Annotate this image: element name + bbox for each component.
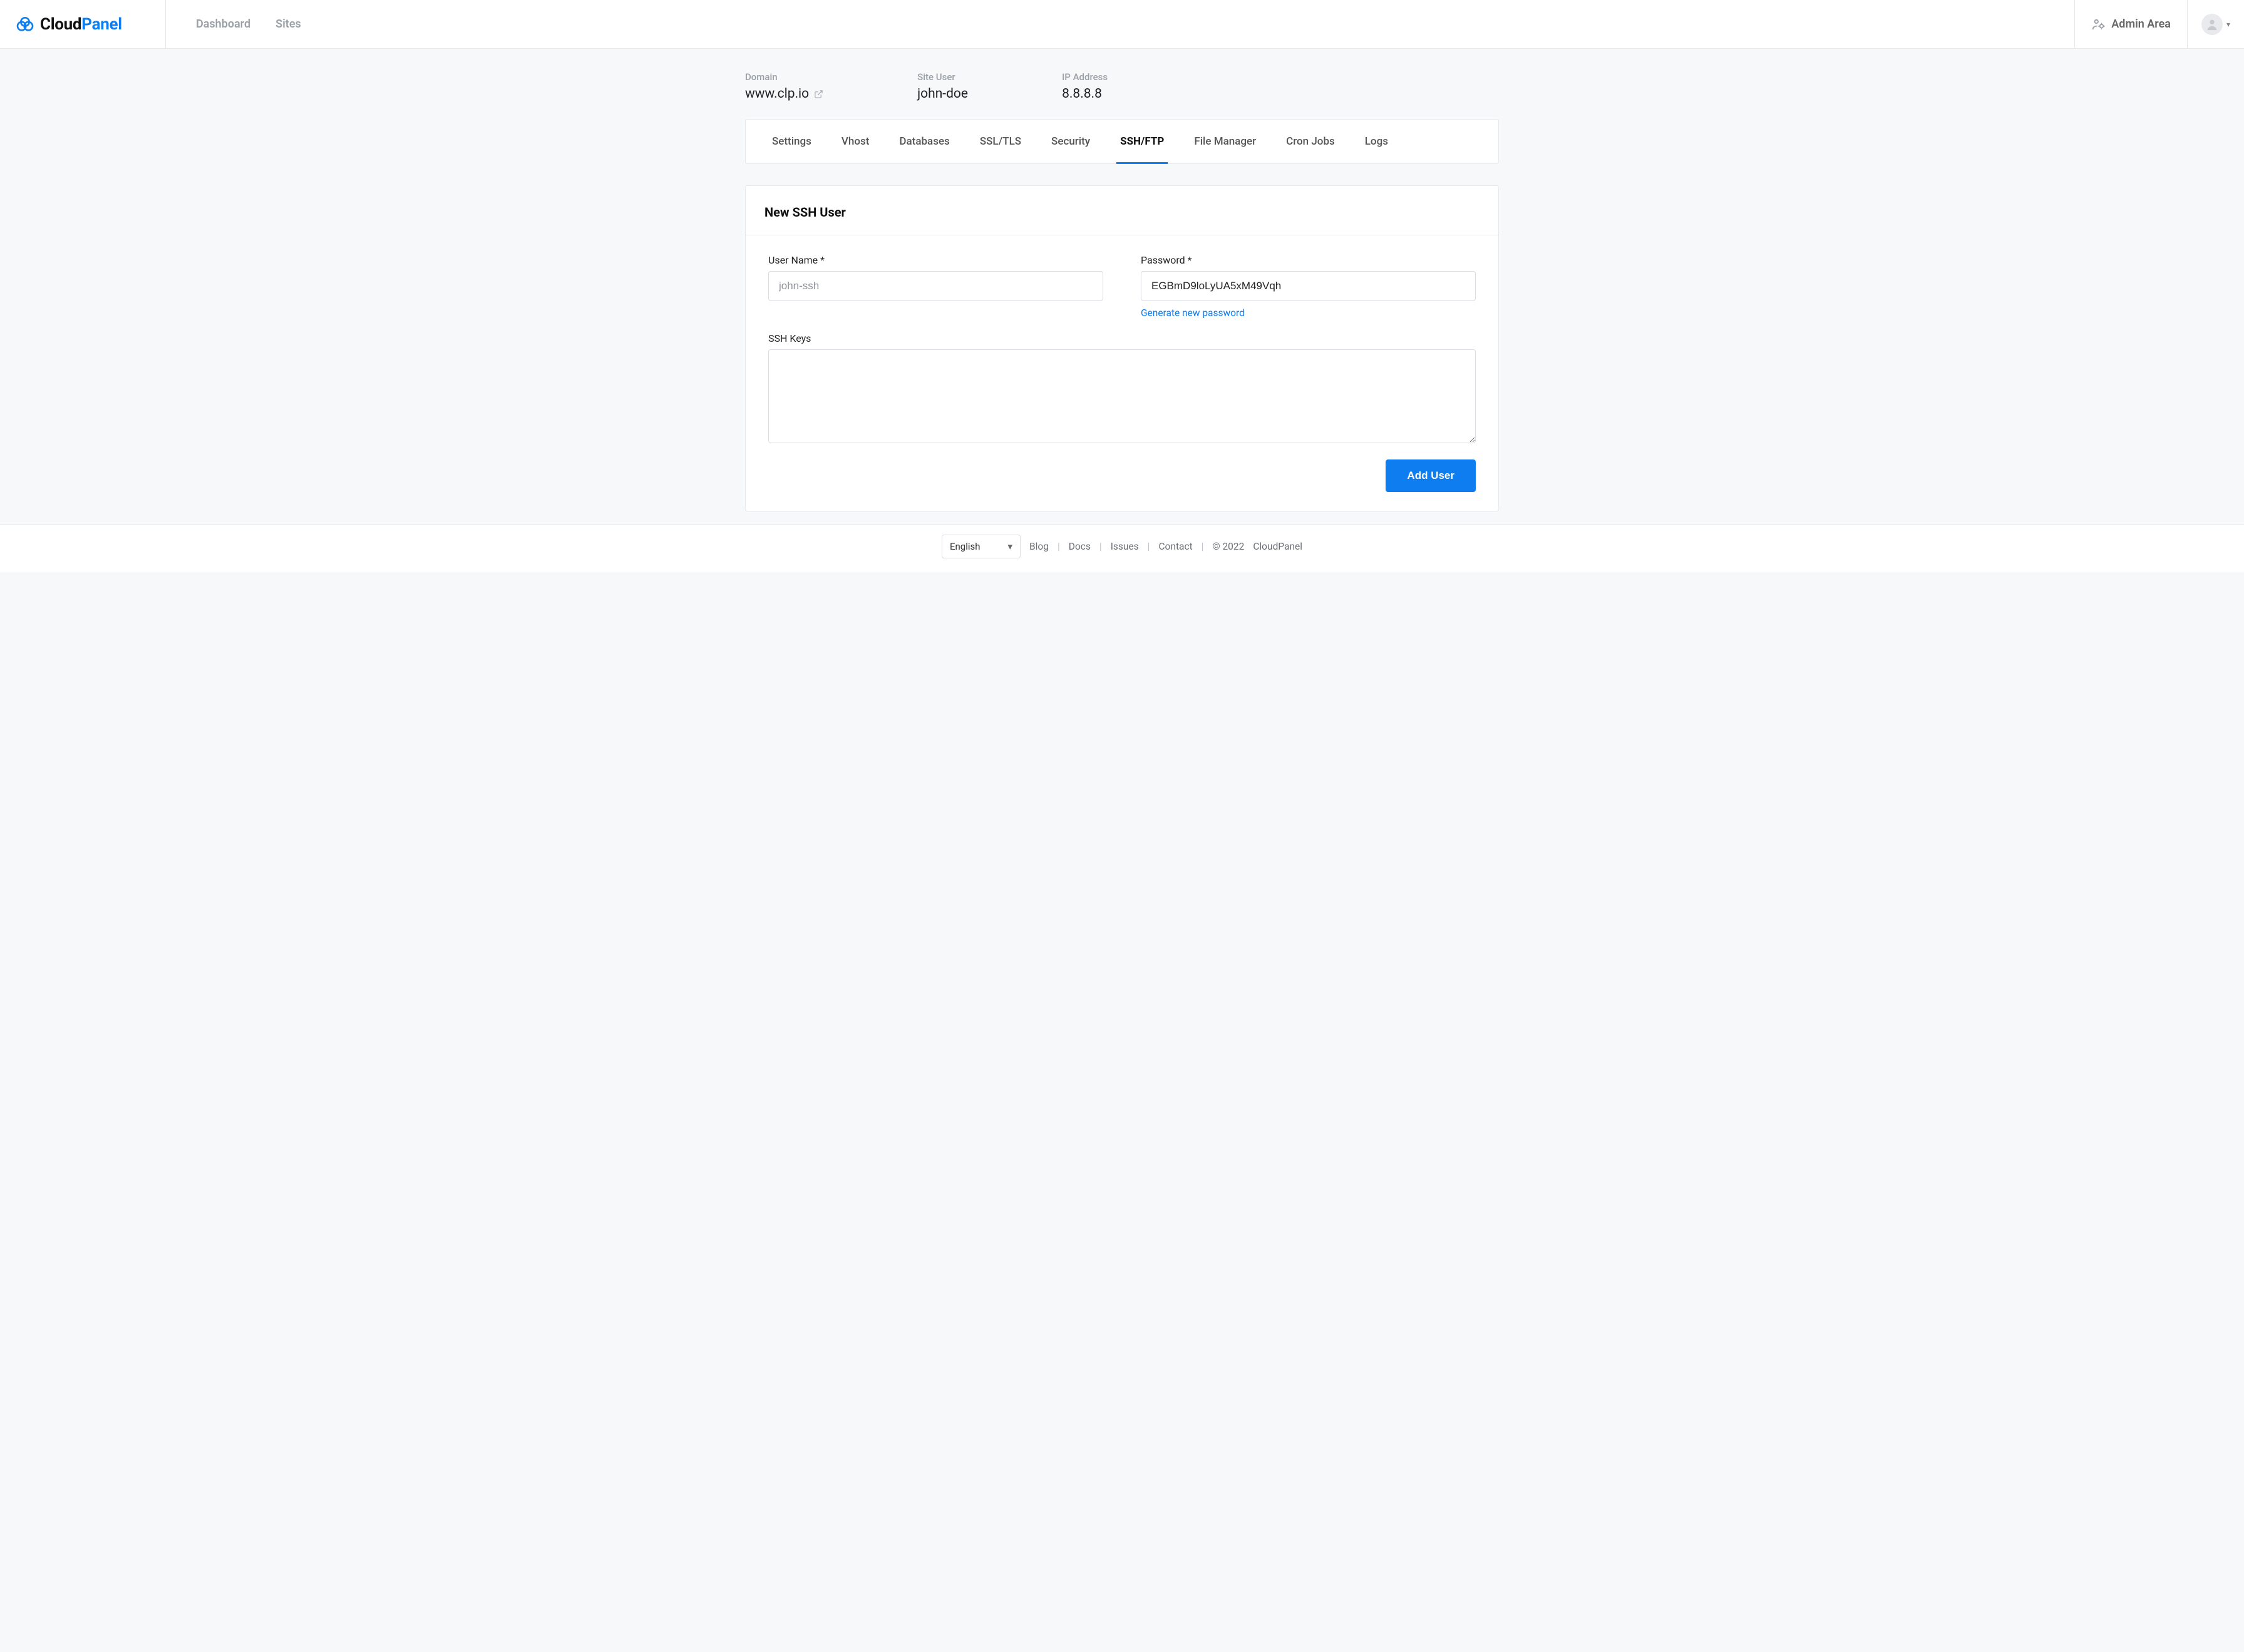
external-link-icon[interactable] — [814, 90, 823, 99]
separator: | — [1058, 541, 1060, 552]
tab-cron-jobs[interactable]: Cron Jobs — [1271, 120, 1350, 163]
separator: | — [1202, 541, 1204, 552]
field-ssh-keys: SSH Keys — [768, 332, 1476, 446]
info-domain-value[interactable]: www.clp.io — [745, 86, 809, 101]
site-tabs: Settings Vhost Databases SSL/TLS Securit… — [745, 119, 1499, 164]
footer-docs-link[interactable]: Docs — [1069, 541, 1091, 552]
admin-users-gear-icon — [2091, 18, 2105, 31]
add-user-button[interactable]: Add User — [1386, 459, 1476, 492]
tab-security[interactable]: Security — [1036, 120, 1105, 163]
info-domain-label: Domain — [745, 71, 823, 83]
footer-issues-link[interactable]: Issues — [1111, 541, 1139, 552]
generate-password-link[interactable]: Generate new password — [1141, 307, 1245, 319]
language-select[interactable]: English ▾ — [942, 535, 1021, 558]
avatar-icon — [2201, 14, 2223, 35]
cloud-logo-icon — [15, 14, 35, 34]
tab-logs[interactable]: Logs — [1350, 120, 1403, 163]
site-info-row: Domain www.clp.io Site User john-doe IP … — [745, 49, 1499, 119]
top-navigation: Dashboard Sites — [166, 0, 2074, 48]
footer-contact-link[interactable]: Contact — [1158, 541, 1192, 552]
footer-blog-link[interactable]: Blog — [1029, 541, 1049, 552]
brand-text-1: Cloud — [40, 15, 81, 34]
new-ssh-user-card: New SSH User User Name * Password * Gene… — [745, 185, 1499, 511]
field-password: Password * Generate new password — [1141, 254, 1476, 319]
username-input[interactable] — [768, 271, 1103, 301]
form-actions: Add User — [768, 459, 1476, 492]
info-ip-label: IP Address — [1062, 71, 1108, 83]
form-body: User Name * Password * Generate new pass… — [746, 235, 1498, 511]
user-menu[interactable]: ▾ — [2187, 0, 2244, 48]
brand-logo[interactable]: CloudPanel — [15, 14, 122, 34]
password-input[interactable] — [1141, 271, 1476, 301]
info-domain: Domain www.clp.io — [745, 71, 823, 101]
info-user-label: Site User — [917, 71, 968, 83]
sshkeys-textarea[interactable] — [768, 349, 1476, 443]
sshkeys-label: SSH Keys — [768, 332, 1476, 344]
field-username: User Name * — [768, 254, 1103, 319]
tab-ssh-ftp[interactable]: SSH/FTP — [1105, 120, 1179, 163]
language-value: English — [950, 541, 980, 552]
topbar: CloudPanel Dashboard Sites Admin Area ▾ — [0, 0, 2244, 49]
nav-sites[interactable]: Sites — [275, 18, 301, 31]
footer-copyright: © 2022 — [1212, 541, 1244, 552]
info-user-value: john-doe — [917, 86, 968, 101]
admin-area-label: Admin Area — [2111, 18, 2171, 31]
info-ip-value: 8.8.8.8 — [1062, 86, 1108, 101]
footer-brand: CloudPanel — [1253, 541, 1302, 552]
tab-file-manager[interactable]: File Manager — [1179, 120, 1271, 163]
info-site-user: Site User john-doe — [917, 71, 968, 101]
logo-cell: CloudPanel — [0, 0, 166, 48]
info-ip: IP Address 8.8.8.8 — [1062, 71, 1108, 101]
footer: English ▾ Blog | Docs | Issues | Contact… — [0, 524, 2244, 572]
topbar-right: Admin Area ▾ — [2074, 0, 2244, 48]
tab-vhost[interactable]: Vhost — [826, 120, 884, 163]
chevron-down-icon: ▾ — [2226, 20, 2230, 29]
brand-text-2: Panel — [81, 15, 122, 34]
admin-area-link[interactable]: Admin Area — [2074, 0, 2187, 48]
brand-text: CloudPanel — [40, 15, 122, 34]
tab-databases[interactable]: Databases — [884, 120, 964, 163]
nav-dashboard[interactable]: Dashboard — [196, 18, 250, 31]
form-header: New SSH User — [746, 186, 1498, 235]
tab-settings[interactable]: Settings — [757, 120, 826, 163]
separator: | — [1099, 541, 1102, 552]
form-title: New SSH User — [764, 205, 1480, 220]
password-label: Password * — [1141, 254, 1476, 266]
tab-ssl-tls[interactable]: SSL/TLS — [965, 120, 1036, 163]
username-label: User Name * — [768, 254, 1103, 266]
chevron-down-icon: ▾ — [1007, 541, 1012, 552]
separator: | — [1148, 541, 1150, 552]
